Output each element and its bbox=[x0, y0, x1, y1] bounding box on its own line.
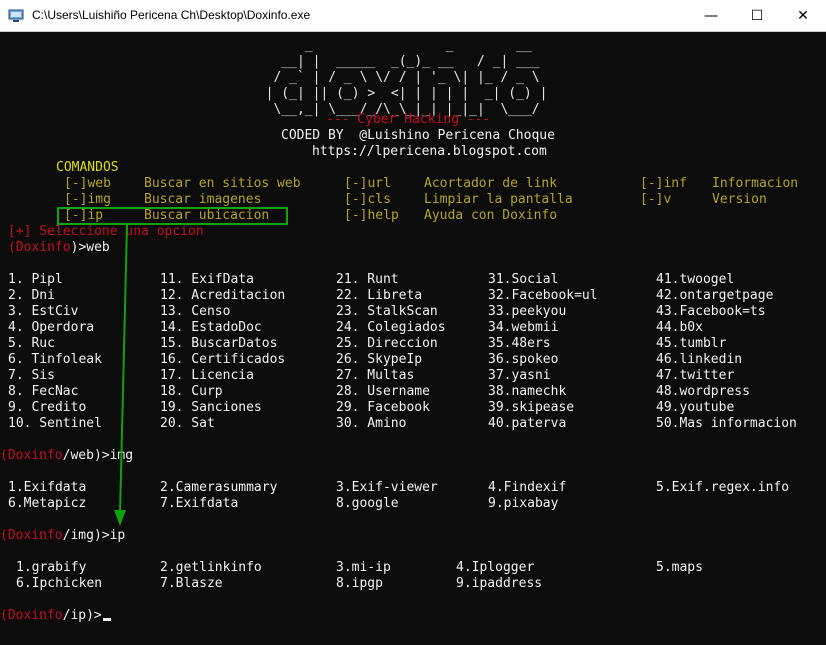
annotation-arrow bbox=[114, 224, 128, 526]
close-button[interactable]: ✕ bbox=[780, 0, 826, 32]
maximize-button[interactable]: ☐ bbox=[734, 0, 780, 32]
window-title: C:\Users\Luishiño Pericena Ch\Desktop\Do… bbox=[32, 8, 311, 22]
minimize-button[interactable]: — bbox=[688, 0, 734, 32]
console-output[interactable]: _ _ __ __| | _____ _(_)_ __ / _| ___ / _… bbox=[0, 32, 826, 645]
console-app-icon bbox=[8, 9, 24, 22]
title-bar: C:\Users\Luishiño Pericena Ch\Desktop\Do… bbox=[0, 0, 826, 32]
